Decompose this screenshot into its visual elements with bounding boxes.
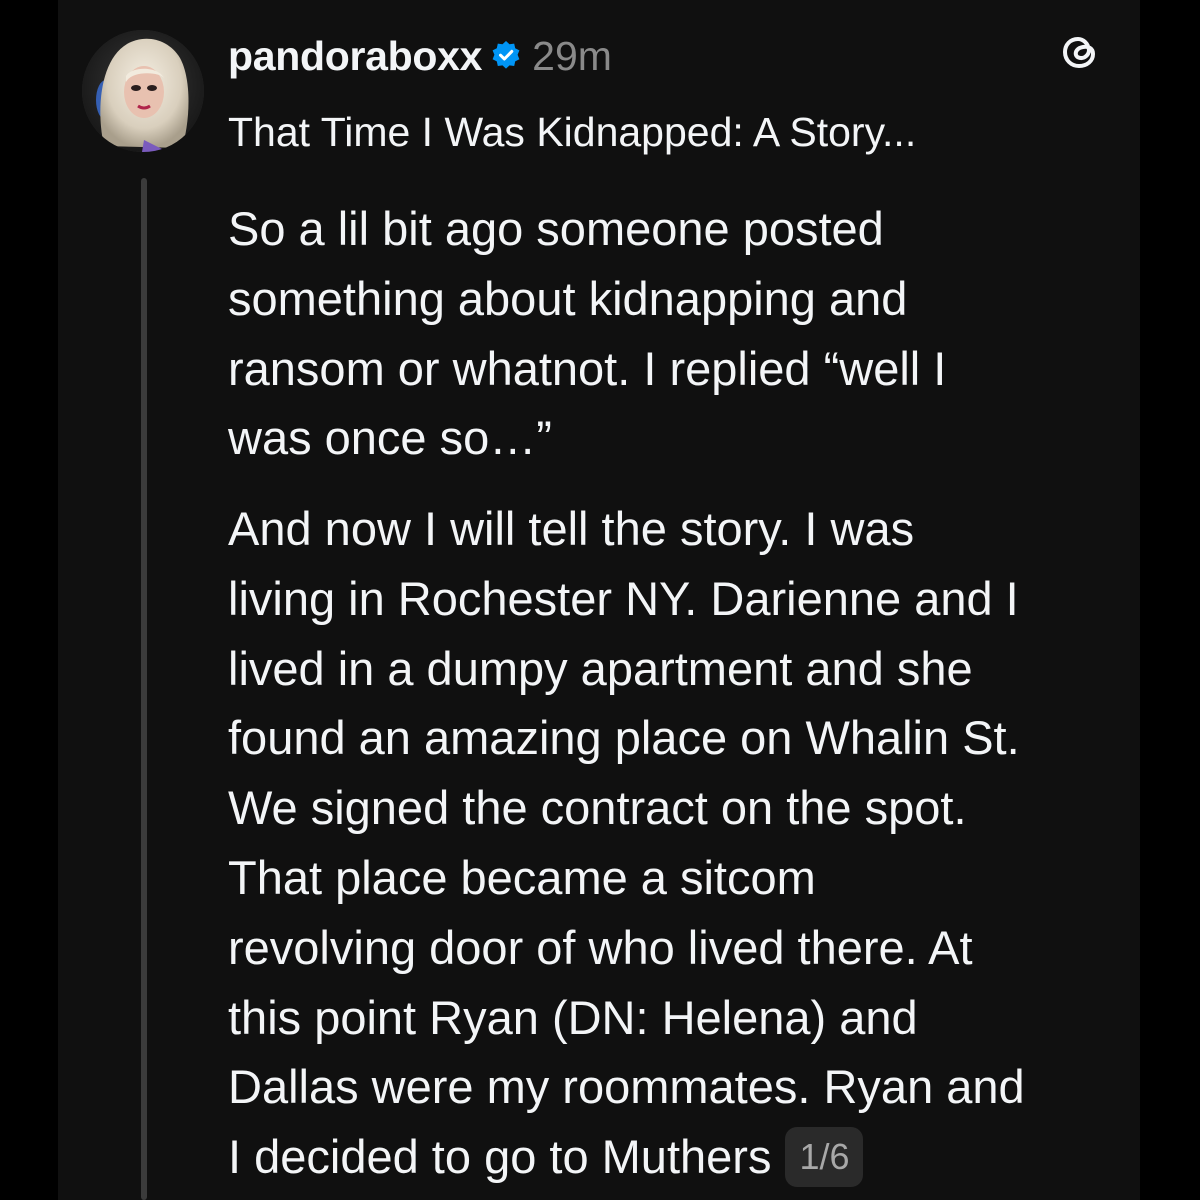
post-title: That Time I Was Kidnapped: A Story... [228, 109, 917, 155]
post-paragraph: So a lil bit ago someone posted somethin… [228, 194, 1128, 473]
post-text-line: something about kidnapping and [228, 271, 908, 325]
screen: pandoraboxx 29m That Time I Was Kidnappe… [0, 0, 1200, 1200]
post-text-line: this point Ryan (DN: Helena) and [228, 990, 918, 1044]
post-text-line: And now I will tell the story. I was [228, 502, 915, 555]
post-text-line: We signed the contract on the spot. [228, 781, 967, 835]
thread-counter-badge: 1/6 [785, 1126, 864, 1187]
timestamp: 29m [532, 32, 612, 79]
post-text-line: revolving door of who lived there. At [228, 920, 973, 974]
post-text-line: lived in a dumpy apartment and she [228, 641, 973, 695]
post-text-line: Dallas were my roommates. Ryan and [228, 1060, 1025, 1114]
thread-line [141, 178, 147, 1200]
post-text-line-last: I decided to go to Muthers 1/6 [228, 1122, 1128, 1192]
post-text-line: living in Rochester NY. Darienne and I [228, 571, 1019, 625]
post-paragraph: And now I will tell the story. I was liv… [228, 494, 1128, 1192]
verified-badge-icon [490, 40, 522, 72]
username[interactable]: pandoraboxx [228, 33, 482, 80]
post-text-line: So a lil bit ago someone posted [228, 202, 884, 255]
threads-logo-icon[interactable] [1056, 28, 1104, 76]
post-text-line: That place became a sitcom [228, 850, 816, 904]
avatar-image [82, 30, 204, 152]
post-text-line: ransom or whatnot. I replied “well I [228, 341, 947, 395]
post-text-fragment: I decided to go to Muthers [228, 1130, 772, 1184]
post-text-line: was once so…” [228, 411, 552, 465]
avatar[interactable] [82, 30, 204, 152]
post-text-line: found an amazing place on Whalin St. [228, 711, 1020, 765]
post-header: pandoraboxx 29m [228, 28, 612, 84]
